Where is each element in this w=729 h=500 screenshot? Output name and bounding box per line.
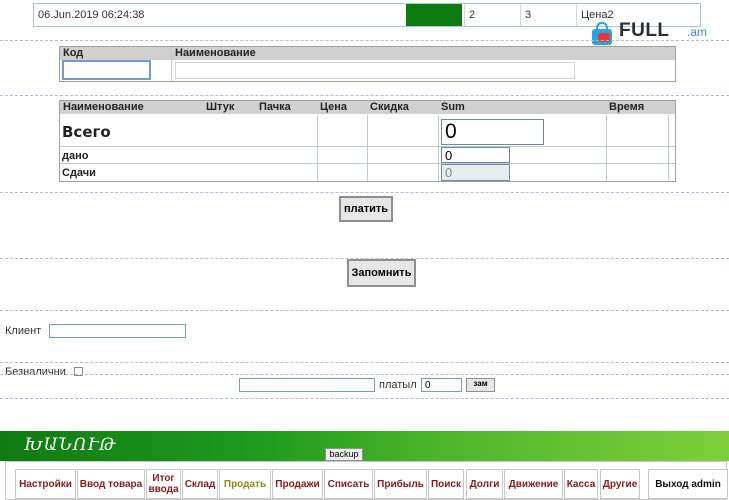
nav-item-7[interactable]: Прибыль <box>374 469 427 499</box>
cashless-label: Безналични <box>5 366 66 378</box>
given-label: дано <box>62 150 89 162</box>
nav-item-12[interactable]: Другие <box>600 469 640 499</box>
th-sum: Sum <box>441 101 465 113</box>
divider <box>0 95 729 96</box>
nav-item-8[interactable]: Поиск <box>428 469 464 499</box>
nav-item-6[interactable]: Списать <box>324 469 373 499</box>
code-label: Код <box>63 47 84 59</box>
status-col-b: 3 <box>520 4 576 26</box>
divider <box>0 398 729 399</box>
nav-item-3[interactable]: Склад <box>182 469 218 499</box>
name-label: Наименование <box>175 47 256 59</box>
th-pack: Пачка <box>259 101 291 113</box>
divider <box>0 192 729 193</box>
divider <box>0 374 729 375</box>
col-line <box>668 115 669 181</box>
bag-icon <box>592 21 612 45</box>
col-line <box>367 115 368 181</box>
row-line <box>60 163 675 164</box>
client-label: Клиент <box>5 325 42 337</box>
client-input[interactable] <box>49 324 186 338</box>
divider <box>0 40 729 41</box>
nav-item-0[interactable]: Настройки <box>15 469 76 499</box>
banner-title: ԽԱՆՈՒԹ <box>24 435 117 455</box>
app-banner: ԽԱՆՈՒԹ <box>0 431 729 461</box>
col-line <box>606 115 607 181</box>
sales-table: Наименование Штук Пачка Цена Скидка Sum … <box>59 100 676 182</box>
datetime: 06.Jun.2019 06:24:38 <box>38 9 145 21</box>
payer-amount-input[interactable] <box>421 378 462 392</box>
nav-item-4[interactable]: Продать <box>219 469 271 499</box>
search-header <box>60 47 675 60</box>
watermark-brand: FULL <box>619 20 670 41</box>
col-line <box>317 115 318 181</box>
change-label: Сдачи <box>62 167 96 179</box>
watermark-domain: .am <box>687 25 708 39</box>
status-indicator <box>406 4 462 26</box>
nav-item-1[interactable]: Ввод товара <box>77 469 145 499</box>
total-field[interactable] <box>441 119 544 145</box>
backup-button[interactable]: backup <box>325 448 363 461</box>
given-field[interactable] <box>441 147 510 163</box>
th-price: Цена <box>320 101 348 113</box>
nav-item-5[interactable]: Продажи <box>272 469 323 499</box>
th-name: Наименование <box>63 101 144 113</box>
th-qty: Штук <box>206 101 235 113</box>
code-input[interactable] <box>62 60 151 80</box>
nav-item-2[interactable]: Итог ввода <box>146 469 181 499</box>
row-line <box>60 146 675 147</box>
nav-item-9[interactable]: Долги <box>466 469 503 499</box>
divider <box>0 362 729 363</box>
zam-button[interactable]: зам <box>466 378 495 392</box>
remember-button[interactable]: Запомнить <box>347 259 416 287</box>
name-input[interactable] <box>175 62 575 79</box>
column-divider <box>171 47 172 81</box>
payer-label: платыл <box>379 379 417 391</box>
status-col-a: 2 <box>464 4 520 26</box>
divider <box>0 310 729 311</box>
total-label: Всего <box>62 123 111 141</box>
table-header <box>60 101 675 114</box>
nav-item-10[interactable]: Движение <box>504 469 563 499</box>
change-field <box>441 164 510 181</box>
payer-input[interactable] <box>239 378 375 392</box>
th-time: Время <box>609 101 645 113</box>
col-line <box>438 115 439 181</box>
pay-button[interactable]: платить <box>339 196 393 222</box>
nav-item-11[interactable]: Касса <box>564 469 598 499</box>
th-discount: Скидка <box>370 101 409 113</box>
nav-item-13[interactable]: Выход admin <box>648 469 728 499</box>
